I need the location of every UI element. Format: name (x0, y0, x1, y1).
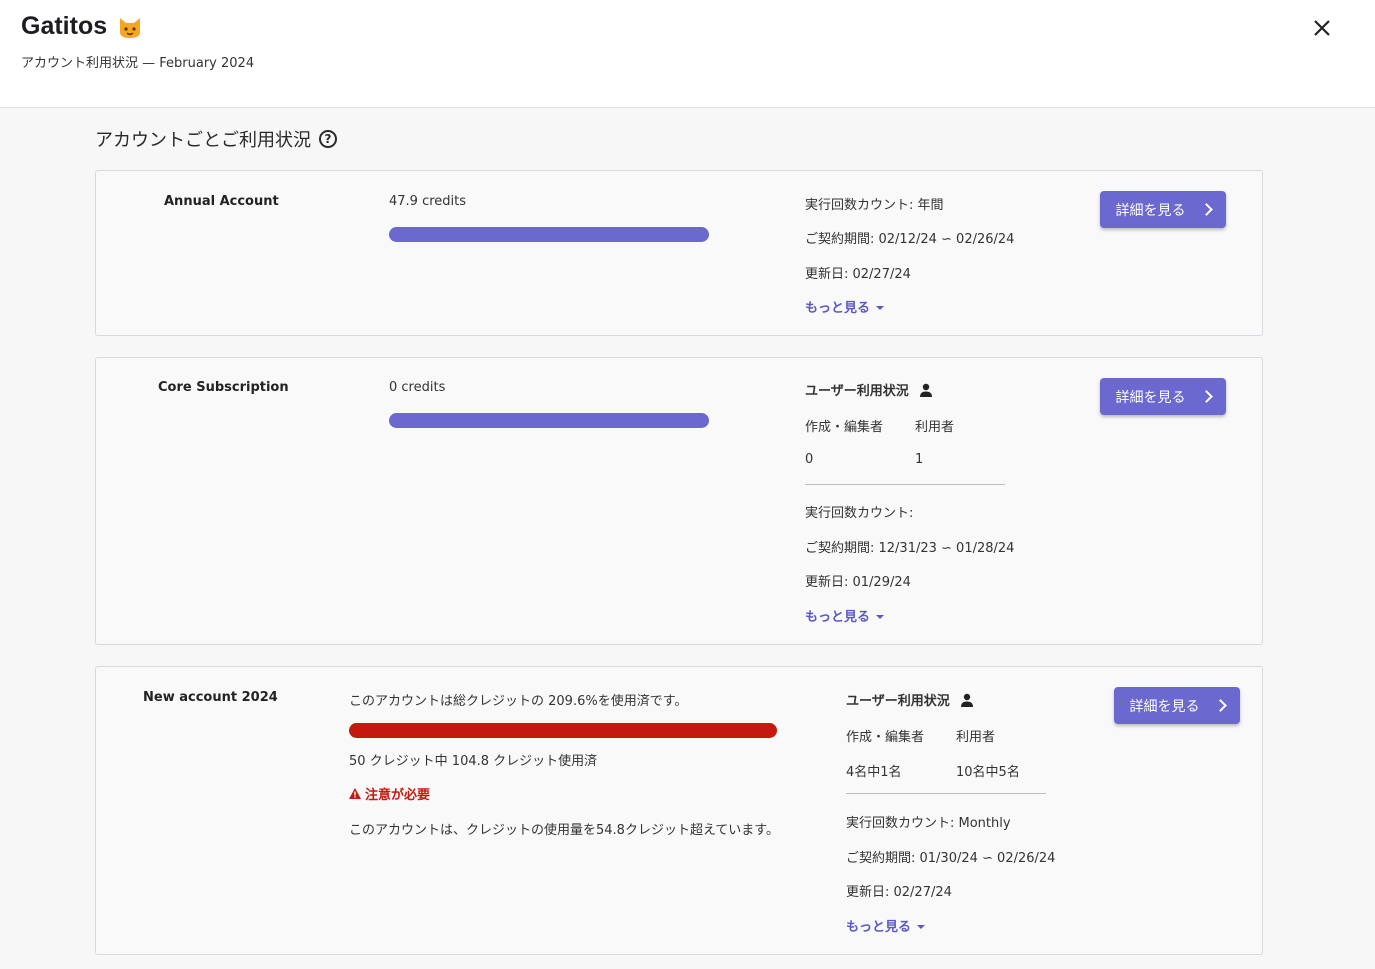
section-title: アカウントごとご利用状況 ? (95, 126, 337, 152)
app-title-text: Gatitos (21, 12, 108, 40)
account-card-new: New account 2024 このアカウントは総クレジットの 209.6%を… (95, 666, 1263, 955)
credits-progress-bar (349, 723, 777, 738)
divider (846, 793, 1046, 794)
editors-label: 作成・編集者 (805, 420, 884, 435)
show-more-link[interactable]: もっと見る (846, 916, 926, 935)
caret-down-icon (876, 305, 885, 310)
editors-label: 作成・編集者 (846, 730, 925, 745)
user-usage-title: ユーザー利用状況 (846, 690, 974, 709)
credits-value: 47.9 credits (389, 194, 467, 209)
caret-down-icon (876, 614, 885, 619)
show-more-label: もっと見る (805, 610, 871, 625)
credits-progress-bar (389, 227, 709, 242)
credits-used-text: 50 クレジット中 104.8 クレジット使用済 (349, 754, 598, 769)
warning-text: このアカウントは、クレジットの使用量を54.8クレジット超えています。 (349, 823, 779, 838)
warning-label-text: 注意が必要 (365, 788, 431, 803)
show-more-label: もっと見る (846, 920, 912, 935)
section-title-text: アカウントごとご利用状況 (95, 130, 311, 151)
account-card-annual: Annual Account 47.9 credits 実行回数カウント: 年間… (95, 170, 1263, 336)
account-name: Annual Account (164, 194, 279, 209)
exec-count: 実行回数カウント: 年間 (805, 198, 944, 213)
account-card-core: Core Subscription 0 credits ユーザー利用状況 作成・… (95, 357, 1263, 645)
view-details-label: 詳細を見る (1115, 389, 1186, 406)
warning-label: 注意が必要 (349, 784, 430, 803)
show-more-link[interactable]: もっと見る (805, 297, 885, 316)
contract-period: ご契約期間: 12/31/23 ∽ 01/28/24 (805, 541, 1015, 556)
credits-progress-bar (389, 413, 709, 428)
help-icon[interactable]: ? (319, 130, 337, 148)
contract-period: ご契約期間: 02/12/24 ∽ 02/26/24 (805, 232, 1015, 247)
credits-value: 0 credits (389, 380, 446, 395)
show-more-label: もっと見る (805, 301, 871, 316)
modal-header: Gatitos アカウント利用状況 — February 2024 (0, 0, 1375, 108)
exec-count: 実行回数カウント: Monthly (846, 816, 1011, 831)
users-label: 利用者 (956, 730, 996, 745)
renewal-date: 更新日: 01/29/24 (805, 575, 911, 590)
users-label: 利用者 (915, 420, 955, 435)
person-icon (961, 693, 974, 707)
app-title: Gatitos (21, 12, 143, 41)
cat-face-icon (120, 17, 141, 38)
divider (805, 484, 1005, 485)
editors-value: 4名中1名 (846, 765, 902, 780)
usage-text: このアカウントは総クレジットの 209.6%を使用済です。 (349, 694, 688, 709)
users-value: 10名中5名 (956, 765, 1020, 780)
editors-value: 0 (805, 452, 814, 467)
caret-down-icon (917, 924, 926, 929)
exec-count: 実行回数カウント: (805, 506, 914, 521)
show-more-link[interactable]: もっと見る (805, 606, 885, 625)
page-subtitle: アカウント利用状況 — February 2024 (21, 56, 255, 71)
view-details-label: 詳細を見る (1129, 698, 1200, 715)
close-icon (1314, 20, 1330, 36)
view-details-button[interactable]: 詳細を見る (1100, 191, 1226, 228)
person-icon (920, 383, 933, 397)
users-value: 1 (915, 452, 924, 467)
renewal-date: 更新日: 02/27/24 (805, 267, 911, 282)
chevron-right-icon (1199, 390, 1213, 403)
view-details-button[interactable]: 詳細を見る (1114, 687, 1240, 724)
chevron-right-icon (1199, 203, 1213, 216)
contract-period: ご契約期間: 01/30/24 ∽ 02/26/24 (846, 851, 1056, 866)
view-details-button[interactable]: 詳細を見る (1100, 378, 1226, 415)
chevron-right-icon (1213, 699, 1227, 712)
warning-icon (349, 788, 361, 799)
account-name: New account 2024 (143, 690, 278, 705)
close-button[interactable] (1309, 15, 1335, 41)
view-details-label: 詳細を見る (1115, 202, 1186, 219)
renewal-date: 更新日: 02/27/24 (846, 885, 952, 900)
user-usage-title-text: ユーザー利用状況 (805, 384, 909, 399)
user-usage-title: ユーザー利用状況 (805, 380, 933, 399)
account-name: Core Subscription (158, 380, 289, 395)
user-usage-title-text: ユーザー利用状況 (846, 694, 950, 709)
